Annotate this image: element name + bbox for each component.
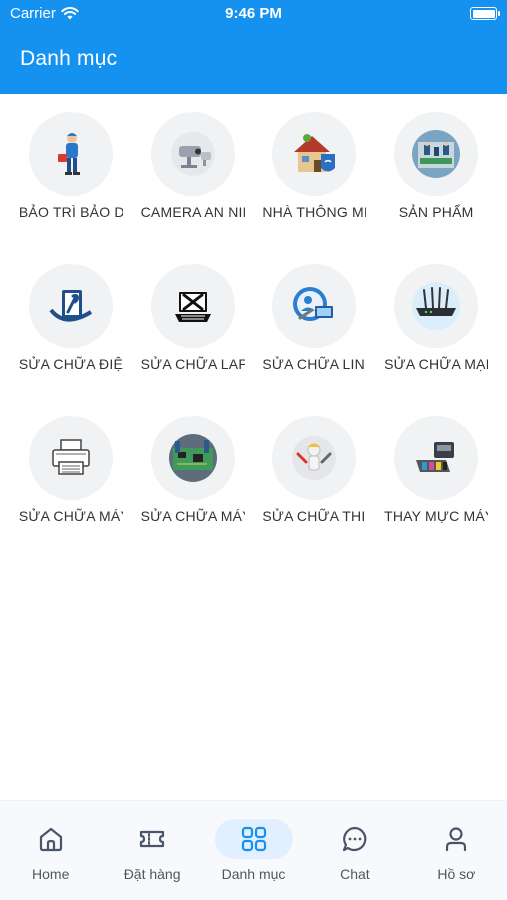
- user-profile-icon: [446, 827, 467, 852]
- category-item[interactable]: THAY MỰC MÁY IN: [375, 416, 497, 524]
- category-icon-wrap: [150, 112, 235, 196]
- category-item[interactable]: BẢO TRÌ BẢO DƯỠNG: [10, 112, 132, 220]
- category-icon-wrap: [150, 416, 235, 500]
- category-label: THAY MỰC MÁY IN: [384, 508, 488, 524]
- bottom-tab-bar: Home Đặt hàng Danh mục Chat Hồ sơ: [0, 800, 507, 900]
- page-title: Danh mục: [20, 47, 118, 70]
- category-label: BẢO TRÌ BẢO DƯỠNG: [18, 204, 123, 220]
- category-icon-wrap: [28, 112, 113, 196]
- component-repair-icon: [293, 287, 334, 321]
- laptop-repair-icon: [174, 292, 211, 322]
- category-label: SỬA CHỮA MÁY IN: [18, 508, 123, 524]
- category-label: SỬA CHỮA MẠNG: [384, 356, 488, 372]
- category-item[interactable]: SỬA CHỮA MÁY IN: [10, 416, 132, 524]
- category-icon-wrap: [28, 264, 113, 348]
- category-label: SẢN PHẨM: [398, 204, 474, 220]
- security-camera-icon: [170, 132, 215, 176]
- electric-repair-icon: [49, 290, 92, 322]
- category-label: SỬA CHỮA MÁY TÍNH: [140, 508, 245, 524]
- tab-chat[interactable]: Chat: [304, 801, 405, 900]
- category-label: SỬA CHỮA LAPTOP: [140, 356, 245, 372]
- category-item[interactable]: SỬA CHỮA LAPTOP: [132, 264, 254, 372]
- category-icon-wrap: [150, 264, 235, 348]
- ink-cartridge-icon: [416, 442, 455, 472]
- category-item[interactable]: SỬA CHỮA MẠNG: [375, 264, 497, 372]
- category-item[interactable]: SỬA CHỮA LINH KIỆN: [254, 264, 376, 372]
- status-bar: Carrier 9:46 PM: [0, 0, 507, 30]
- category-item[interactable]: SỬA CHỮA MÁY TÍNH: [132, 416, 254, 524]
- products-icon: [412, 130, 461, 178]
- smart-home-icon: [294, 134, 336, 172]
- technician-icon: [292, 436, 337, 480]
- category-icon-wrap: [272, 416, 357, 500]
- category-icon-wrap: [394, 264, 479, 348]
- tab-label: Đặt hàng: [123, 866, 181, 882]
- tab-label: Home: [32, 866, 70, 882]
- battery-icon: [470, 7, 500, 20]
- category-icon-wrap: [28, 416, 113, 500]
- category-item[interactable]: SẢN PHẨM: [375, 112, 497, 220]
- grid-icon: [241, 826, 266, 852]
- status-time: 9:46 PM: [225, 5, 282, 22]
- category-label: NHÀ THÔNG MINH: [262, 204, 367, 220]
- circuit-board-icon: [168, 434, 217, 482]
- tab-profile[interactable]: Hồ sơ: [406, 801, 507, 900]
- app-header: Carrier 9:46 PM Danh mục: [0, 0, 507, 94]
- tab-categories[interactable]: Danh mục: [203, 801, 304, 900]
- tab-home[interactable]: Home: [0, 801, 101, 900]
- category-grid: BẢO TRÌ BẢO DƯỠNG CAMERA AN NINH: [10, 112, 497, 524]
- maintenance-worker-icon: [57, 133, 80, 175]
- category-label: SỬA CHỮA LINH KIỆN: [262, 356, 366, 372]
- category-item[interactable]: SỬA CHỮA ĐIỆN: [10, 264, 132, 372]
- category-icon-wrap: [394, 416, 479, 500]
- category-icon-wrap: [272, 264, 357, 348]
- tab-orders[interactable]: Đặt hàng: [101, 801, 202, 900]
- category-label: SỬA CHỮA ĐIỆN: [18, 356, 123, 372]
- printer-icon: [52, 439, 90, 475]
- category-label: CAMERA AN NINH: [140, 204, 245, 220]
- ticket-icon: [140, 830, 165, 848]
- category-label: SỬA CHỮA THIẾT BỊ: [262, 508, 366, 524]
- chat-bubble-icon: [342, 826, 367, 852]
- router-icon: [412, 282, 461, 330]
- tab-label: Hồ sơ: [437, 866, 476, 882]
- category-icon-wrap: [394, 112, 479, 196]
- tab-label: Danh mục: [221, 866, 286, 882]
- category-item[interactable]: CAMERA AN NINH: [132, 112, 254, 220]
- home-icon: [39, 827, 62, 852]
- category-item[interactable]: NHÀ THÔNG MINH: [254, 112, 376, 220]
- tab-label: Chat: [340, 866, 370, 882]
- category-icon-wrap: [272, 112, 357, 196]
- category-item[interactable]: SỬA CHỮA THIẾT BỊ: [254, 416, 376, 524]
